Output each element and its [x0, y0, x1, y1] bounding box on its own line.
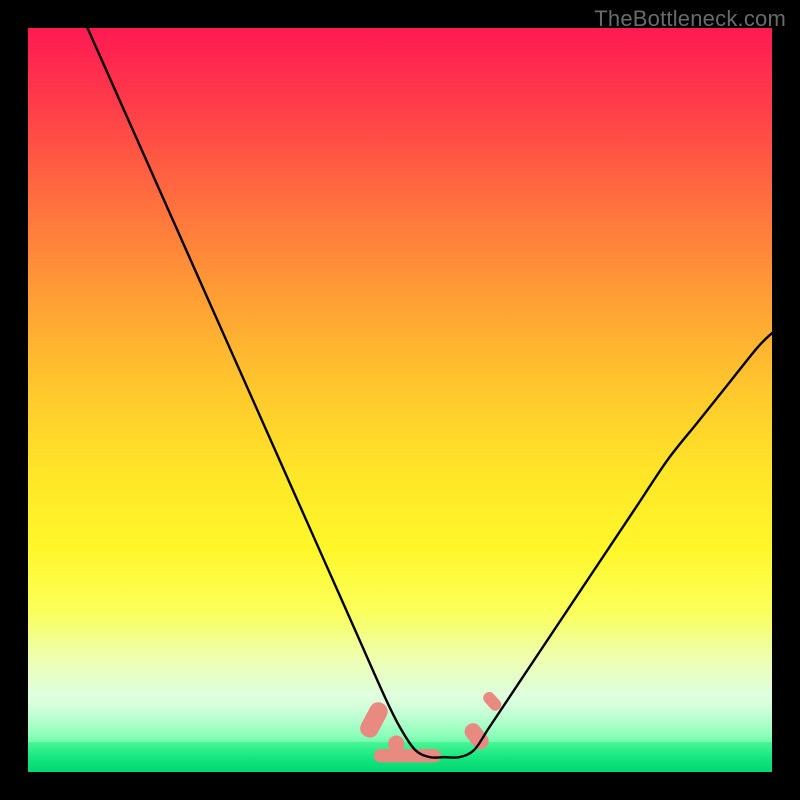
- curve-layer: [28, 28, 772, 772]
- plot-area: [28, 28, 772, 772]
- trough-marker-bar: [357, 699, 391, 741]
- watermark-text: TheBottleneck.com: [594, 6, 786, 32]
- trough-marker-bar: [374, 749, 441, 762]
- trough-markers-group: [357, 690, 504, 763]
- chart-stage: TheBottleneck.com: [0, 0, 800, 800]
- bottleneck-curve: [88, 28, 772, 758]
